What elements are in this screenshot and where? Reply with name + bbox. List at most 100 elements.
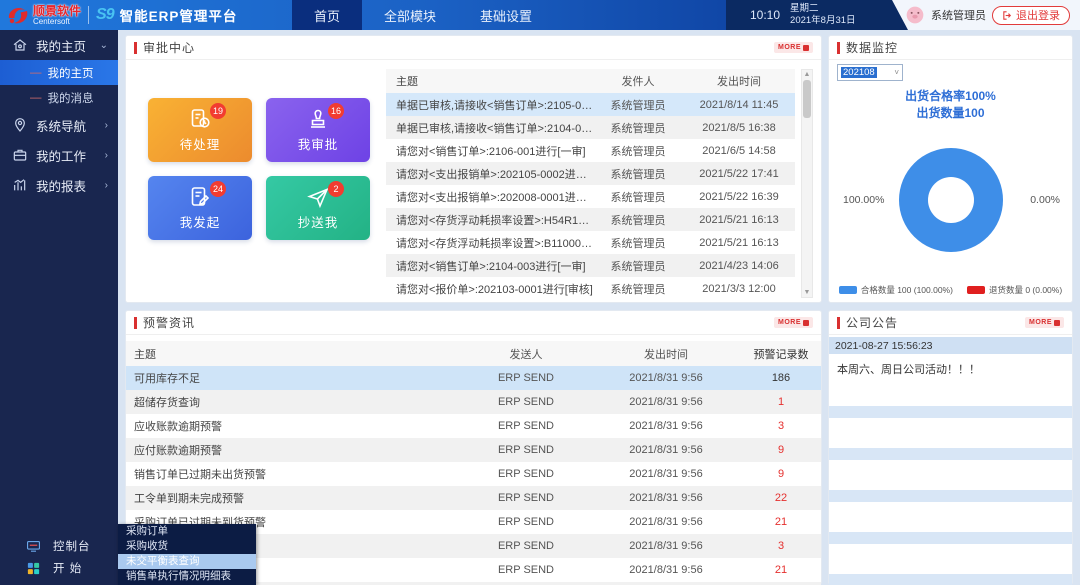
topbar-spacer: [554, 0, 726, 30]
row-topic: 可用库存不足: [126, 370, 461, 386]
tab-首页[interactable]: 首页: [292, 0, 362, 30]
row-time: 2021/3/3 12:00: [683, 283, 795, 295]
announcement-date[interactable]: 2021-08-27 15:56:23: [829, 337, 1072, 354]
approval-center-panel: 审批中心 MORE 待处理 19 我审批 16 我发起 24 抄送我 2 主题 …: [125, 35, 822, 303]
user-avatar[interactable]: [905, 5, 925, 25]
row-time: 2021/8/14 11:45: [683, 99, 795, 111]
approval-scrollbar[interactable]: ▲ ▼: [801, 69, 813, 298]
col-topic: 主题: [126, 346, 461, 362]
period-select[interactable]: 202108 ˅: [837, 64, 903, 81]
row-topic: 工令单到期未完成预警: [126, 490, 461, 506]
tab-全部模块[interactable]: 全部模块: [362, 0, 458, 30]
warning-row[interactable]: 销售订单已过期未出货预警 ERP SEND 2021/8/31 9:56 9: [126, 462, 821, 486]
row-sender: 系统管理员: [593, 166, 683, 182]
approval-rows: 单据已审核,请接收<销售订单>:2105-001 系统管理员 2021/8/14…: [386, 93, 795, 300]
row-count: 22: [741, 492, 821, 504]
tile-待处理[interactable]: 待处理 19: [148, 98, 252, 162]
more-icon: [803, 320, 809, 326]
approval-row[interactable]: 请您对<报价单>:202103-0001进行[审核] 系统管理员 2021/3/…: [386, 277, 795, 300]
context-menu-item-未交平衡表查询[interactable]: 未交平衡表查询: [118, 554, 256, 569]
scroll-down-icon[interactable]: ▼: [804, 289, 811, 296]
row-time: 2021/8/31 9:56: [591, 420, 741, 432]
brand: 顺景软件 Centersoft S9 智能ERP管理平台: [0, 0, 292, 30]
period-value: 202108: [841, 67, 877, 78]
approval-row[interactable]: 请您对<存货浮动耗损率设置>:H54R15006002进行[审核] 系统管理员 …: [386, 208, 795, 231]
sidebar-subitem-我的主页[interactable]: — 我的主页: [0, 60, 118, 85]
row-count: 21: [741, 516, 821, 528]
warning-row[interactable]: 应收账款逾期预警 ERP SEND 2021/8/31 9:56 3: [126, 414, 821, 438]
context-menu-item-销售单执行情况明细表[interactable]: 销售单执行情况明细表: [118, 569, 256, 584]
sidebar-subitem-我的消息[interactable]: — 我的消息: [0, 85, 118, 110]
legend-item: 合格数量 100 (100.00%): [839, 284, 953, 296]
console-icon: [26, 539, 41, 554]
approval-row[interactable]: 请您对<支出报销单>:202105-0002进行[审核] 系统管理员 2021/…: [386, 162, 795, 185]
row-topic: 请您对<支出报销单>:202105-0002进行[审核]: [386, 166, 593, 182]
announcement-more-button[interactable]: MORE: [1025, 317, 1064, 328]
announcement-title: 公司公告: [846, 314, 898, 331]
warning-row[interactable]: 工令单到期未完成预警 ERP SEND 2021/8/31 9:56 22: [126, 486, 821, 510]
topbar-tabs: 首页全部模块基础设置: [292, 0, 554, 30]
row-time: 2021/8/31 9:56: [591, 468, 741, 480]
home-icon: [12, 37, 28, 53]
tile-我审批[interactable]: 我审批 16: [266, 98, 370, 162]
chevron-icon: ⌄: [100, 40, 108, 51]
announcement-empty-rows: [829, 406, 1072, 585]
row-sender: 系统管理员: [593, 212, 683, 228]
count-badge: 24: [210, 181, 226, 197]
footer-item-开始[interactable]: 开 始: [0, 557, 118, 579]
warning-row[interactable]: 超储存货查询 ERP SEND 2021/8/31 9:56 1: [126, 390, 821, 414]
sidebar-item-我的主页[interactable]: 我的主页 ⌄: [0, 30, 118, 60]
sidebar: 我的主页 ⌄ — 我的主页 — 我的消息 系统导航 › 我的工作 › 我的报表 …: [0, 30, 118, 585]
warning-row[interactable]: 应付账款逾期预警 ERP SEND 2021/8/31 9:56 9: [126, 438, 821, 462]
compass-icon: [12, 117, 28, 133]
more-icon: [1054, 320, 1060, 326]
doc-edit-icon: [188, 185, 212, 209]
clock-block: 10:10 星期二 2021年8月31日: [726, 0, 908, 30]
product-logo: S9: [96, 6, 114, 24]
approval-row[interactable]: 请您对<销售订单>:2104-003进行[一审] 系统管理员 2021/4/23…: [386, 254, 795, 277]
warning-more-button[interactable]: MORE: [774, 317, 813, 328]
scroll-up-icon[interactable]: ▲: [804, 71, 811, 78]
scrollbar-thumb[interactable]: [803, 80, 811, 118]
sidebar-item-我的报表[interactable]: 我的报表 ›: [0, 170, 118, 200]
start-icon: [26, 561, 41, 576]
chevron-down-icon: ˅: [894, 68, 899, 77]
data-monitor-title: 数据监控: [846, 39, 898, 56]
tile-抄送我[interactable]: 抄送我 2: [266, 176, 370, 240]
approval-row[interactable]: 单据已审核,请接收<销售订单>:2105-001 系统管理员 2021/8/14…: [386, 93, 795, 116]
count-badge: 16: [328, 103, 344, 119]
title-accent-bar: [837, 317, 840, 329]
tab-基础设置[interactable]: 基础设置: [458, 0, 554, 30]
sidebar-item-系统导航[interactable]: 系统导航 ›: [0, 110, 118, 140]
approval-row[interactable]: 请您对<销售订单>:2106-001进行[一审] 系统管理员 2021/6/5 …: [386, 139, 795, 162]
approval-row[interactable]: 单据已审核,请接收<销售订单>:2104-002 系统管理员 2021/8/5 …: [386, 116, 795, 139]
row-topic: 请您对<销售订单>:2104-003进行[一审]: [386, 258, 593, 274]
row-sender: ERP SEND: [461, 444, 591, 456]
donut-left-label: 100.00%: [843, 194, 884, 206]
logout-button[interactable]: 退出登录: [992, 6, 1070, 25]
count-badge: 2: [328, 181, 344, 197]
company-logo-icon: [6, 3, 30, 27]
approval-more-button[interactable]: MORE: [774, 42, 813, 53]
row-sender: 系统管理员: [593, 235, 683, 251]
warning-news-title: 预警资讯: [143, 314, 195, 331]
sidebar-item-我的工作[interactable]: 我的工作 ›: [0, 140, 118, 170]
row-sender: 系统管理员: [593, 143, 683, 159]
paper-plane-icon: [306, 185, 330, 209]
context-menu: 采购订单采购收货未交平衡表查询销售单执行情况明细表: [118, 524, 256, 585]
approval-row[interactable]: 请您对<支出报销单>:202008-0001进行[审核] 系统管理员 2021/…: [386, 185, 795, 208]
legend-swatch: [967, 286, 985, 294]
footer-item-控制台[interactable]: 控制台: [0, 535, 118, 557]
warning-row[interactable]: 可用库存不足 ERP SEND 2021/8/31 9:56 186: [126, 366, 821, 390]
brand-divider: [88, 6, 89, 24]
topbar: 顺景软件 Centersoft S9 智能ERP管理平台 首页全部模块基础设置 …: [0, 0, 1080, 30]
row-topic: 应收账款逾期预警: [126, 418, 461, 434]
announcement-panel: 公司公告 MORE 2021-08-27 15:56:23 本周六、周日公司活动…: [828, 310, 1073, 585]
row-sender: ERP SEND: [461, 492, 591, 504]
approval-row[interactable]: 请您对<存货浮动耗损率设置>:B11000001进行[审核] 系统管理员 202…: [386, 231, 795, 254]
context-menu-item-采购订单[interactable]: 采购订单: [118, 524, 256, 539]
context-menu-item-采购收货[interactable]: 采购收货: [118, 539, 256, 554]
tile-我发起[interactable]: 我发起 24: [148, 176, 252, 240]
row-sender: ERP SEND: [461, 564, 591, 576]
logout-label: 退出登录: [1016, 7, 1060, 23]
